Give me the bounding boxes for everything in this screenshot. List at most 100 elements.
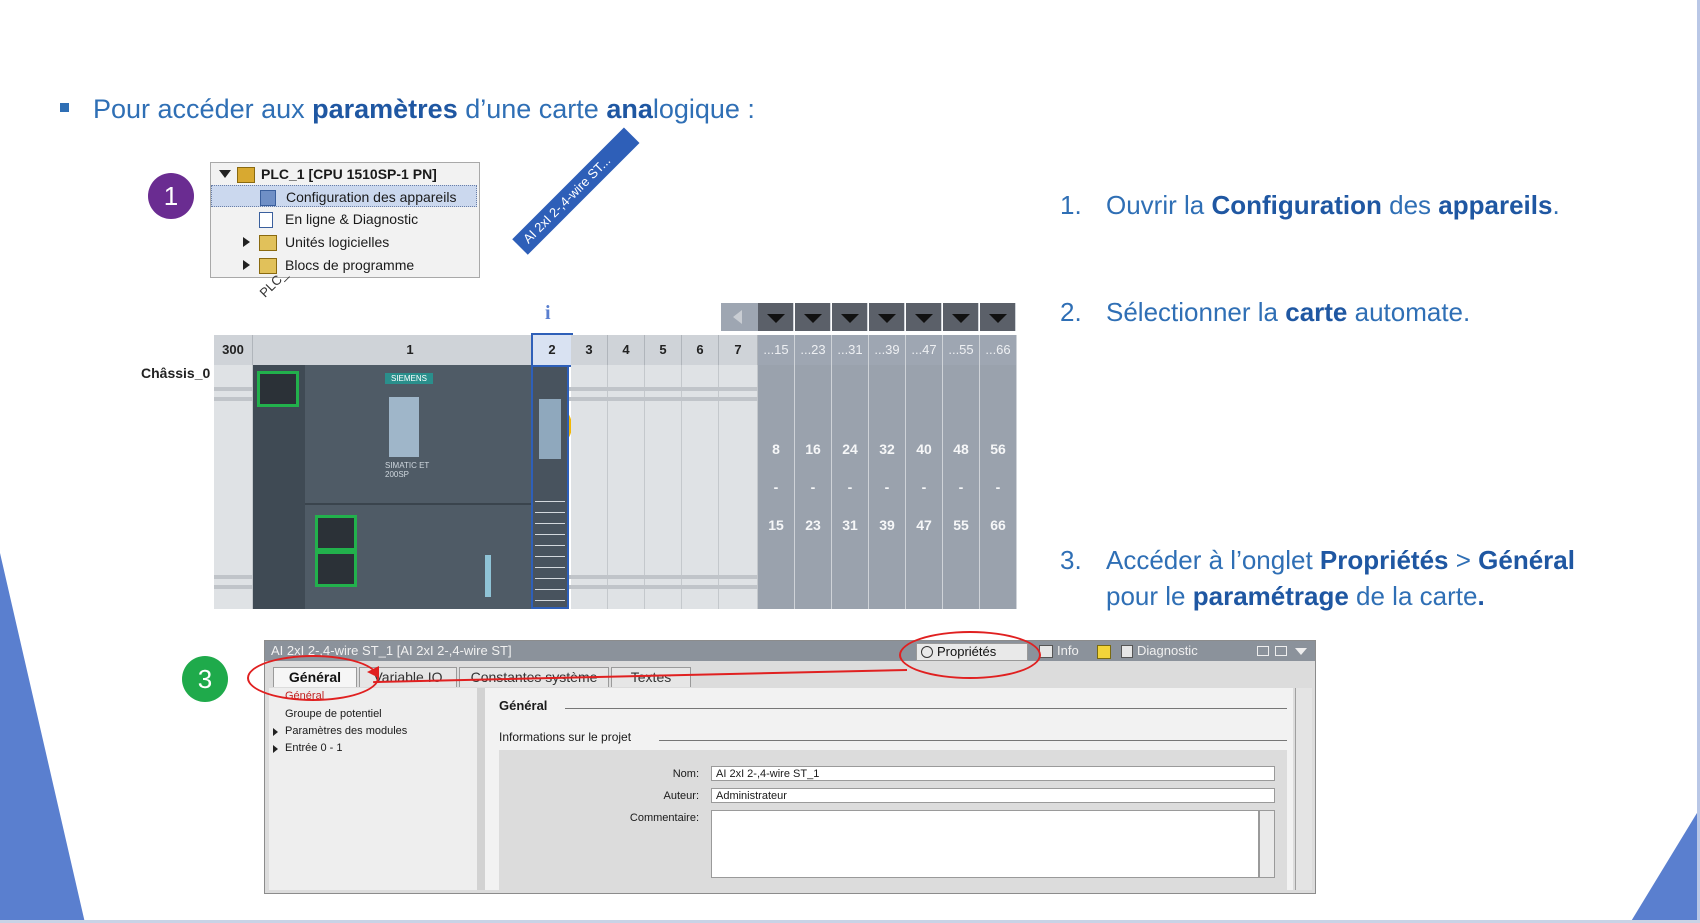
step-bold: appareils xyxy=(1438,190,1553,220)
indicator-bar xyxy=(485,555,491,597)
nav-item-input[interactable]: Entrée 0 - 1 xyxy=(285,742,342,754)
nav-item-module-parameters[interactable]: Paramètres des modules xyxy=(285,725,407,737)
name-field[interactable]: AI 2xI 2-,4-wire ST_1 xyxy=(711,766,1275,781)
slot-group-header[interactable]: ...31 xyxy=(832,335,869,365)
warning-icon xyxy=(1097,645,1111,659)
top-tab-diagnostic[interactable]: Diagnostic xyxy=(1121,643,1251,659)
expand-right-icon[interactable] xyxy=(273,728,278,736)
group-dropdown[interactable] xyxy=(906,303,942,331)
author-field[interactable]: Administrateur xyxy=(711,788,1275,803)
highlight-general-tab xyxy=(247,655,379,701)
slot-group[interactable]: 40 - 47 xyxy=(906,365,943,609)
tree-item-online[interactable]: En ligne & Diagnostic xyxy=(211,208,477,230)
properties-nav: Général Groupe de potentiel Paramètres d… xyxy=(269,688,478,890)
group-dropdown[interactable] xyxy=(795,303,831,331)
slot-body[interactable] xyxy=(645,365,682,609)
expand-right-icon[interactable] xyxy=(243,260,250,270)
slot-body[interactable] xyxy=(214,365,253,609)
slot-range-dash: - xyxy=(847,479,853,495)
slot-body[interactable] xyxy=(608,365,645,609)
diagnostic-icon xyxy=(259,212,273,228)
decorative-triangle-right xyxy=(1630,808,1700,923)
slot-group[interactable]: 16 - 23 xyxy=(795,365,832,609)
slot-header[interactable]: 4 xyxy=(608,335,645,365)
slot-header[interactable]: 1 xyxy=(253,335,568,365)
group-dropdown[interactable] xyxy=(758,303,794,331)
tree-root[interactable]: PLC_1 [CPU 1510SP-1 PN] xyxy=(211,163,477,185)
slot-group-header[interactable]: ...39 xyxy=(869,335,906,365)
ethernet-port-icon xyxy=(257,371,299,407)
slot-group-header[interactable]: ...23 xyxy=(795,335,832,365)
slot-range-end: 31 xyxy=(842,517,858,533)
comment-field[interactable] xyxy=(711,810,1259,878)
divider xyxy=(305,503,567,505)
slot-range-start: 24 xyxy=(842,441,858,457)
slot-header[interactable]: 3 xyxy=(571,335,608,365)
slot-body[interactable] xyxy=(682,365,719,609)
tree-item-label: Blocs de programme xyxy=(285,257,415,273)
expand-down-icon[interactable] xyxy=(219,170,231,178)
tree-item-label: Unités logicielles xyxy=(285,234,390,250)
slot-group-header[interactable]: ...55 xyxy=(943,335,980,365)
slot-group-header[interactable]: ...47 xyxy=(906,335,943,365)
slot-body[interactable] xyxy=(571,365,608,609)
slot-group[interactable]: 48 - 55 xyxy=(943,365,980,609)
slot-range-start: 32 xyxy=(879,441,895,457)
step-2: 2. Sélectionner la carte automate. xyxy=(1060,297,1470,328)
step-bold: paramétrage xyxy=(1192,581,1349,611)
project-tree: PLC_1 [CPU 1510SP-1 PN] Configuration de… xyxy=(210,162,480,278)
analog-module-selected[interactable] xyxy=(531,365,569,609)
tree-item-program-blocks[interactable]: Blocs de programme xyxy=(211,254,477,276)
slot-range-start: 48 xyxy=(953,441,969,457)
slot-header[interactable]: 6 xyxy=(682,335,719,365)
group-dropdown[interactable] xyxy=(980,303,1016,331)
expand-right-icon[interactable] xyxy=(273,745,278,753)
slot-group[interactable]: 56 - 66 xyxy=(980,365,1017,609)
vertical-scrollbar[interactable] xyxy=(1295,688,1312,890)
heading-bold: ana xyxy=(606,94,653,124)
slot-range-end: 15 xyxy=(768,517,784,533)
restore-window-icon[interactable] xyxy=(1257,646,1269,656)
tree-item-software-units[interactable]: Unités logicielles xyxy=(211,231,477,253)
top-tab-label: Diagnostic xyxy=(1137,643,1198,658)
group-dropdown[interactable] xyxy=(943,303,979,331)
scroll-left-button[interactable] xyxy=(721,303,758,331)
slot-range-end: 47 xyxy=(916,517,932,533)
minimize-window-icon[interactable] xyxy=(1275,646,1287,656)
nav-item-potential-group[interactable]: Groupe de potentiel xyxy=(285,708,382,720)
tree-item-configuration[interactable]: Configuration des appareils xyxy=(211,185,477,207)
step-text: > xyxy=(1448,545,1479,575)
slot-body[interactable] xyxy=(719,365,758,609)
group-dropdown[interactable] xyxy=(869,303,905,331)
tree-item-label: En ligne & Diagnostic xyxy=(285,211,419,227)
comment-scrollbar[interactable] xyxy=(1259,810,1275,878)
project-info-panel: Nom: AI 2xI 2-,4-wire ST_1 Auteur: Admin… xyxy=(499,750,1287,890)
slot-group[interactable]: 32 - 39 xyxy=(869,365,906,609)
heading-bold: paramètres xyxy=(312,94,458,124)
cpu-module[interactable]: SIEMENS SIMATIC ET 200SP xyxy=(253,365,567,609)
window-menu-icon[interactable] xyxy=(1295,648,1307,655)
properties-window: AI 2xI 2-,4-wire ST_1 [AI 2xI 2-,4-wire … xyxy=(247,631,1316,894)
step-text: pour le xyxy=(1106,581,1193,611)
plc-icon xyxy=(237,167,255,183)
slot-header[interactable]: 300 xyxy=(214,335,253,365)
cpu-model-label: SIMATIC ET 200SP xyxy=(385,461,430,479)
slot-range-start: 16 xyxy=(805,441,821,457)
group-dropdown[interactable] xyxy=(832,303,868,331)
slot-header[interactable]: 5 xyxy=(645,335,682,365)
slot-group-header[interactable]: ...66 xyxy=(980,335,1017,365)
slot-group-header[interactable]: ...15 xyxy=(758,335,795,365)
ethernet-port-icon xyxy=(315,515,357,551)
section-title: Général xyxy=(499,698,548,713)
slot-group[interactable]: 24 - 31 xyxy=(832,365,869,609)
ethernet-port-icon xyxy=(315,551,357,587)
slot-header[interactable]: 7 xyxy=(719,335,758,365)
bullet-icon xyxy=(60,103,69,113)
splitter-handle[interactable] xyxy=(477,688,485,890)
slot-header-selected[interactable]: 2 xyxy=(531,333,573,367)
step-text: de la carte xyxy=(1348,581,1478,611)
top-tab-info[interactable]: Info xyxy=(1037,643,1117,659)
expand-right-icon[interactable] xyxy=(243,237,250,247)
step-text: Ouvrir la xyxy=(1106,190,1212,220)
slot-group[interactable]: 8 - 15 xyxy=(758,365,795,609)
